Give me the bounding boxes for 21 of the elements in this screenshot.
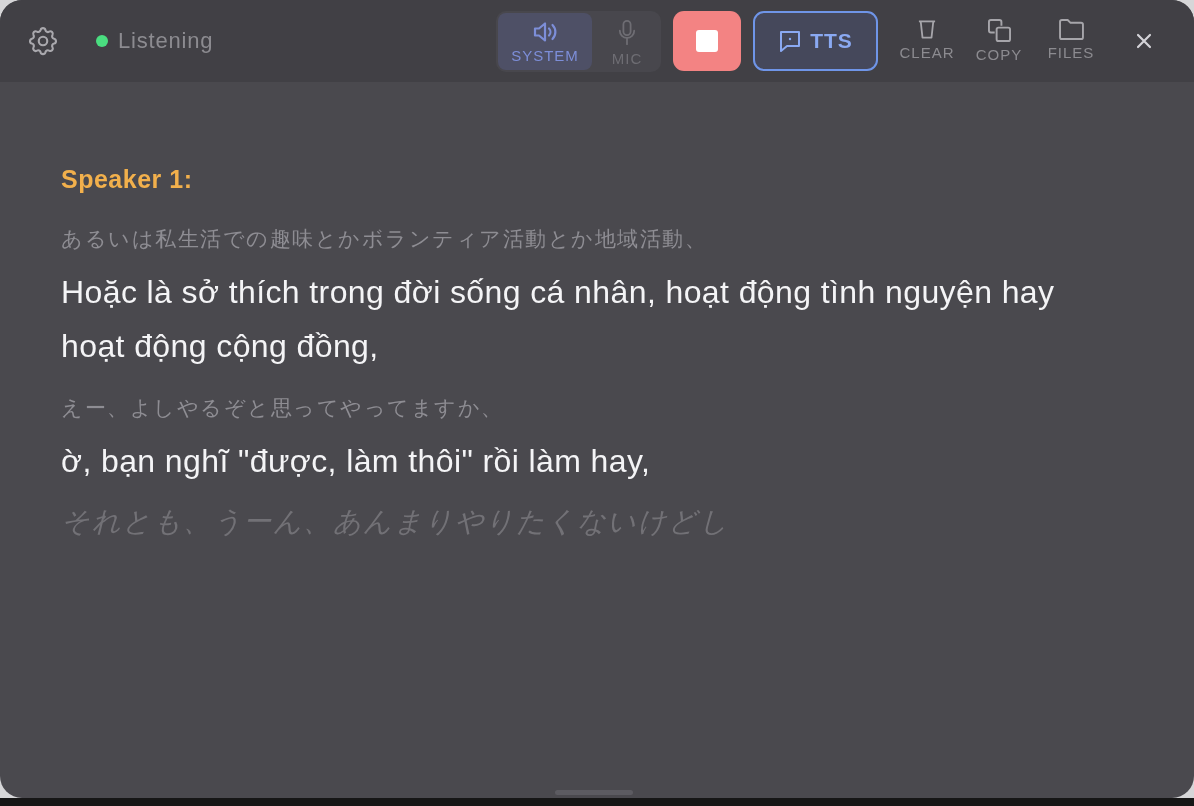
tts-button[interactable]: TTS [753,11,878,71]
speaker-label: Speaker 1: [61,165,193,193]
stop-icon [696,30,718,52]
microphone-icon [618,18,636,46]
status-label: Listening [118,28,214,54]
translated-text: ờ, bạn nghĩ "được, làm thôi" rồi làm hay, [61,442,651,481]
audio-source-tab[interactable]: SYSTEM [498,12,592,70]
speaker-icon [533,21,557,43]
chat-bubble-icon [778,29,803,53]
trash-icon [918,19,936,40]
folder-icon [1058,19,1084,40]
source-text: えー、よしやるぞと思ってやってますか、 [61,395,504,421]
toolbar-action-button[interactable]: FILES [1040,13,1102,69]
toolbar-action-button[interactable]: CLEAR [896,13,958,69]
close-icon[interactable] [1136,33,1152,49]
translated-text: Hoặc là sở thích trong đời sống cá nhân, hoạt động tình nguyện hay hoạt động cộng đồng, [61,273,1056,366]
stop-button[interactable] [673,11,741,71]
copy-icon [987,19,1011,42]
source-text: あるいは私生活での趣味とかボランティア活動とか地域活動、 [61,226,707,252]
settings-icon[interactable] [26,24,60,58]
toolbar-action-button[interactable]: COPY [968,13,1030,69]
